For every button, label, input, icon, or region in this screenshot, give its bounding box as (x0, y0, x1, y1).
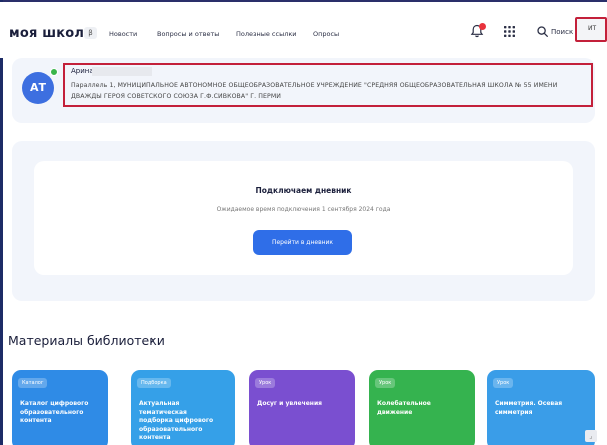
redacted-surname (92, 67, 152, 76)
diary-title: Подключаем дневник (255, 186, 352, 195)
card-title: Колебательное движение (377, 400, 431, 416)
card-title: Актуальная тематическая подборка цифрово… (139, 400, 214, 441)
card-tag: Урок (493, 378, 514, 388)
card-tag: Урок (375, 378, 396, 388)
nav-faq[interactable]: Вопросы и ответы (157, 30, 219, 38)
scroll-corner-handle[interactable]: ⌟ (585, 430, 597, 442)
card-title: Досуг и увлечения (257, 400, 323, 407)
library-card-lesson-symmetry[interactable]: Урок Симметрия. Осевая симметрия (487, 370, 595, 445)
nav-surveys[interactable]: Опросы (313, 30, 339, 38)
open-diary-button[interactable]: Перейти в дневник (253, 230, 352, 255)
library-card-collection[interactable]: Подборка Актуальная тематическая подборк… (131, 370, 235, 445)
diary-subtitle: Ожидаемое время подключения 1 сентября 2… (216, 206, 391, 213)
nav-news[interactable]: Новости (109, 30, 137, 38)
card-tag: Каталог (18, 378, 48, 388)
student-school-description: Параллель 1, МУНИЦИПАЛЬНОЕ АВТОНОМНОЕ ОБ… (71, 82, 558, 100)
diary-card (34, 161, 573, 275)
apps-grid-icon[interactable] (504, 26, 515, 37)
user-menu-button[interactable]: ИТ (575, 17, 607, 42)
window-left-edge (0, 0, 3, 445)
top-header: моя школа β Новости Вопросы и ответы Пол… (0, 2, 607, 58)
search-icon[interactable] (537, 26, 548, 37)
card-title: Симметрия. Осевая симметрия (495, 400, 563, 416)
nav-useful-links[interactable]: Полезные ссылки (236, 30, 297, 38)
student-name: Арина (71, 67, 94, 75)
library-card-catalog[interactable]: Каталог Каталог цифрового образовательно… (12, 370, 108, 445)
search-button-label[interactable]: Поиск (551, 28, 573, 36)
chevron-right-icon[interactable]: › (150, 333, 155, 347)
library-card-lesson-leisure[interactable]: Урок Досуг и увлечения (249, 370, 355, 445)
user-initials: ИТ (588, 25, 597, 32)
site-logo[interactable]: моя школа (9, 26, 93, 41)
library-title[interactable]: Материалы библиотеки (8, 333, 165, 348)
card-tag: Урок (255, 378, 276, 388)
card-tag: Подборка (137, 378, 171, 388)
notification-badge (479, 23, 486, 30)
avatar[interactable]: АТ (22, 72, 54, 104)
library-card-lesson-oscillation[interactable]: Урок Колебательное движение (369, 370, 475, 445)
card-title: Каталог цифрового образовательного конте… (20, 400, 89, 424)
beta-badge: β (84, 27, 97, 39)
online-status-dot (50, 68, 58, 76)
